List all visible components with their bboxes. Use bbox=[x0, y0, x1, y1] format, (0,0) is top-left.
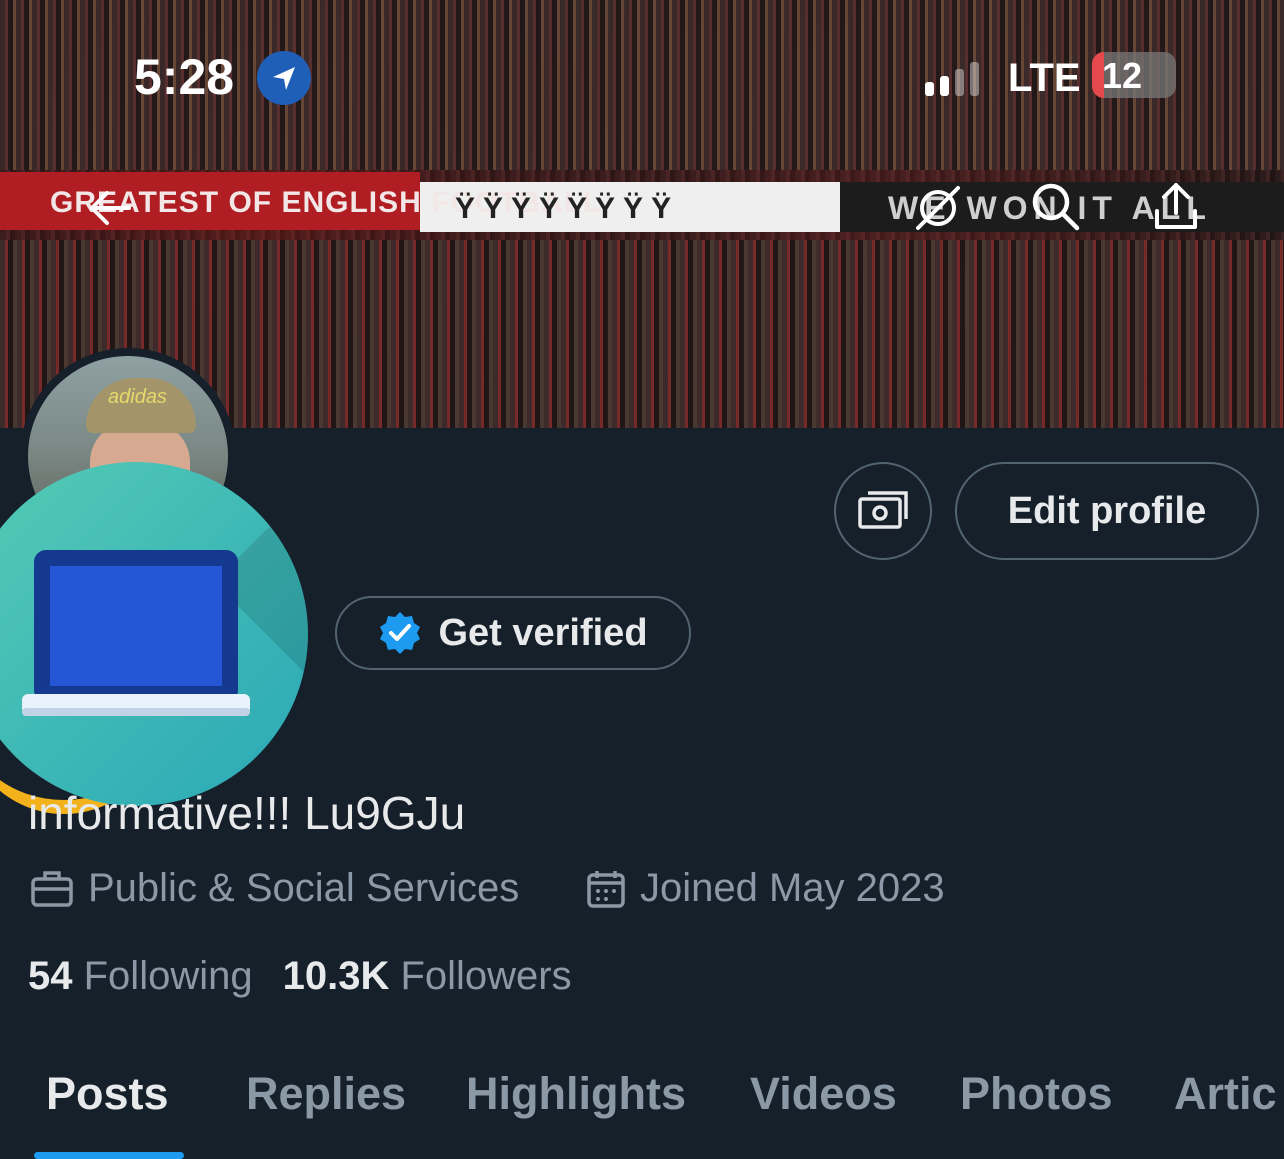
briefcase-icon bbox=[31, 870, 73, 907]
get-verified-label: Get verified bbox=[438, 611, 648, 654]
profile-category-text: Public & Social Services bbox=[88, 866, 520, 910]
profile-category: Public & Social Services bbox=[30, 866, 519, 911]
tips-button[interactable] bbox=[834, 462, 932, 560]
network-type: LTE bbox=[1008, 56, 1081, 100]
laptop-icon bbox=[22, 550, 250, 716]
tab-articles[interactable]: Artic bbox=[1174, 1068, 1277, 1120]
battery-level-text: 12 bbox=[1102, 55, 1143, 96]
profile-joined: Joined May 2023 bbox=[586, 866, 945, 911]
following-label: Following bbox=[83, 954, 253, 998]
search-icon[interactable] bbox=[1025, 176, 1085, 236]
followers-label: Followers bbox=[400, 954, 572, 998]
follow-stats: 54 Following 10.3K Followers bbox=[28, 954, 572, 999]
followers-link[interactable]: 10.3K Followers bbox=[283, 954, 572, 999]
following-count: 54 bbox=[28, 954, 73, 998]
calendar-icon bbox=[587, 870, 625, 908]
profile-tabs: Posts Replies Highlights Videos Photos A… bbox=[0, 1060, 1284, 1159]
followers-count: 10.3K bbox=[282, 954, 390, 998]
share-icon[interactable] bbox=[1146, 176, 1206, 236]
status-time: 5:28 bbox=[134, 49, 235, 105]
tab-replies[interactable]: Replies bbox=[246, 1068, 406, 1120]
tab-videos[interactable]: Videos bbox=[750, 1068, 897, 1120]
banner-trophy-text: ŸŸŸŸŸŸŸŸ bbox=[455, 192, 680, 225]
following-link[interactable]: 54 Following bbox=[28, 954, 253, 999]
location-arrow-icon bbox=[257, 51, 311, 105]
laptop-emoji-overlay bbox=[0, 462, 308, 806]
battery-indicator: 12 bbox=[1092, 52, 1176, 98]
profile-name: informative!!! Lu9GJu bbox=[28, 787, 466, 839]
profile-joined-text: Joined May 2023 bbox=[640, 866, 945, 910]
get-verified-button[interactable]: Get verified bbox=[335, 596, 691, 670]
tab-photos[interactable]: Photos bbox=[960, 1068, 1113, 1120]
verified-badge-icon bbox=[380, 612, 421, 654]
avatar-cap-logo: adidas bbox=[108, 386, 167, 408]
grok-icon[interactable] bbox=[908, 178, 968, 238]
back-arrow-icon[interactable] bbox=[80, 178, 140, 238]
edit-profile-button[interactable]: Edit profile bbox=[955, 462, 1259, 560]
active-tab-indicator bbox=[34, 1152, 184, 1159]
tab-posts[interactable]: Posts bbox=[46, 1068, 169, 1120]
cellular-signal-icon bbox=[925, 60, 995, 96]
money-icon bbox=[858, 491, 908, 529]
tab-highlights[interactable]: Highlights bbox=[466, 1068, 686, 1120]
